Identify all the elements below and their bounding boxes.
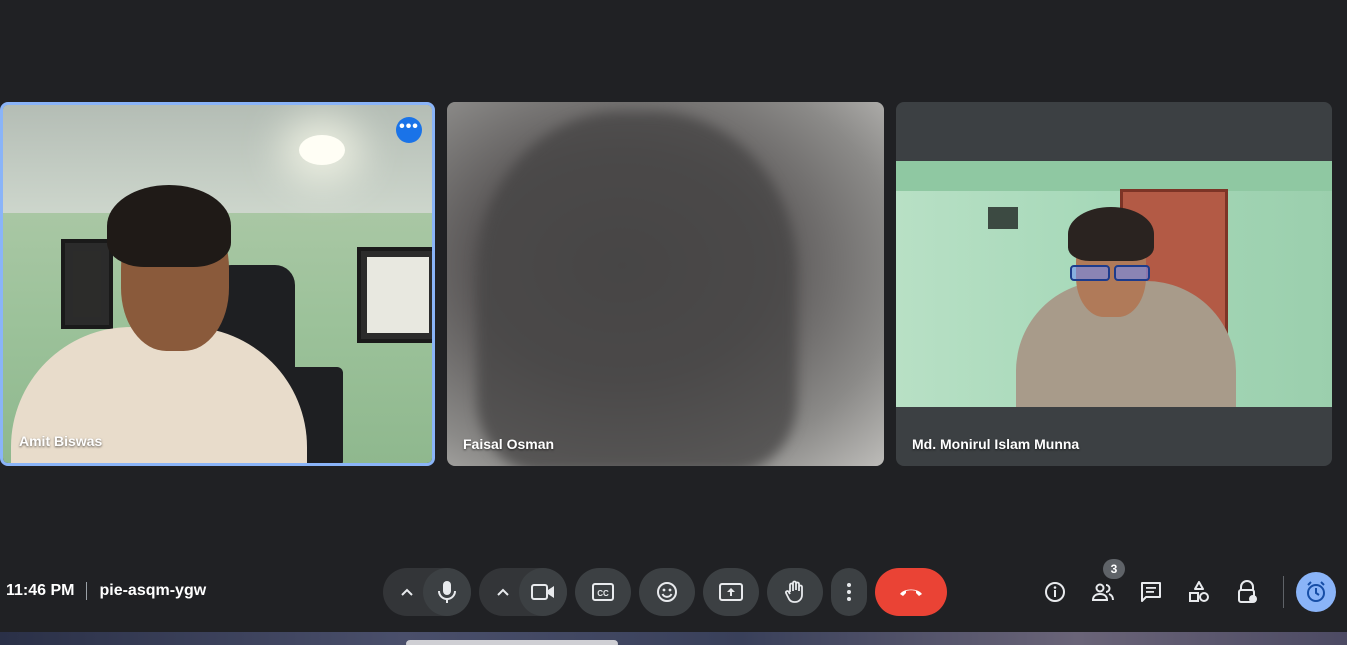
emoji-icon <box>657 582 677 602</box>
chat-icon <box>1141 582 1161 602</box>
leave-call-button[interactable] <box>875 568 947 616</box>
camera-button[interactable] <box>519 568 567 616</box>
participant-name: Md. Monirul Islam Munna <box>912 436 1080 452</box>
participant-video <box>3 105 432 463</box>
divider <box>86 582 88 600</box>
participant-video <box>896 161 1332 407</box>
meeting-details-button[interactable] <box>1039 576 1071 608</box>
info-icon <box>1045 582 1065 602</box>
end-call-icon <box>900 589 922 596</box>
meeting-info: 11:46 PM pie-asqm-ygw <box>6 582 206 600</box>
activities-button[interactable] <box>1183 576 1215 608</box>
participant-video <box>447 102 884 466</box>
participant-tile-amit-biswas[interactable]: ••• Amit Biswas <box>0 102 435 466</box>
captions-button[interactable]: CC <box>575 568 631 616</box>
participant-tile-faisal-osman[interactable]: Faisal Osman <box>447 102 884 466</box>
chat-button[interactable] <box>1135 576 1167 608</box>
participant-name: Faisal Osman <box>463 436 555 452</box>
mic-button[interactable] <box>423 568 471 616</box>
present-button[interactable] <box>703 568 759 616</box>
timer-icon <box>1307 581 1325 602</box>
mic-icon <box>438 581 456 603</box>
host-controls-button[interactable] <box>1231 576 1263 608</box>
clock-time: 11:46 PM <box>6 582 75 599</box>
present-icon <box>719 583 743 601</box>
more-options-button[interactable]: ••• <box>396 117 422 143</box>
raise-hand-button[interactable] <box>767 568 823 616</box>
os-taskbar <box>0 632 1347 645</box>
captions-icon: CC <box>592 583 614 601</box>
toolbar-divider <box>1283 576 1284 608</box>
people-icon <box>1091 583 1114 601</box>
taskbar-search-pill[interactable] <box>406 640 618 645</box>
timer-button[interactable] <box>1296 572 1336 612</box>
meeting-code: pie-asqm-ygw <box>99 582 207 599</box>
host-controls-icon <box>1238 580 1257 603</box>
people-button[interactable] <box>1087 576 1119 608</box>
more-vert-icon <box>847 583 851 601</box>
participant-name: Amit Biswas <box>19 433 103 449</box>
audio-settings-chevron-up-icon[interactable] <box>389 568 425 616</box>
reactions-button[interactable] <box>639 568 695 616</box>
svg-text:CC: CC <box>597 589 609 598</box>
video-settings-chevron-up-icon[interactable] <box>485 568 521 616</box>
activities-icon <box>1189 581 1209 602</box>
more-options-button-toolbar[interactable] <box>831 568 867 616</box>
camera-icon <box>531 584 554 600</box>
participant-tile-md-monirul-islam-munna[interactable]: Md. Monirul Islam Munna <box>896 102 1332 466</box>
raise-hand-icon <box>785 580 803 603</box>
